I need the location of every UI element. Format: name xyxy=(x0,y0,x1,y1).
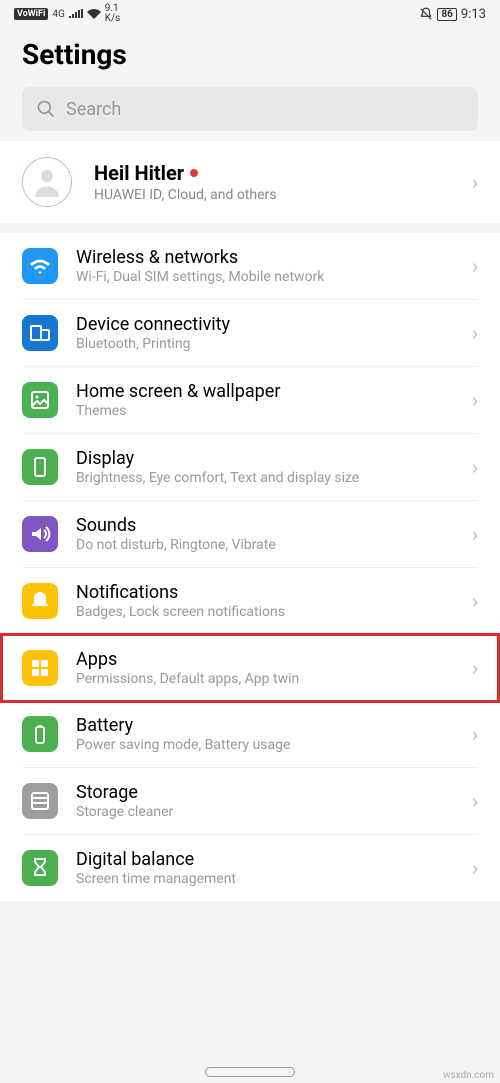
setting-row-hourglass[interactable]: Digital balance Screen time management › xyxy=(22,835,478,901)
search-icon xyxy=(36,99,56,119)
setting-row-image[interactable]: Home screen & wallpaper Themes › xyxy=(22,367,478,434)
clock: 9:13 xyxy=(461,7,486,22)
network-type: 4G xyxy=(52,9,64,20)
setting-row-wifi[interactable]: Wireless & networks Wi-Fi, Dual SIM sett… xyxy=(22,233,478,300)
setting-subtitle: Power saving mode, Battery usage xyxy=(76,737,472,753)
chevron-right-icon: › xyxy=(472,589,478,613)
setting-title: Home screen & wallpaper xyxy=(76,381,472,402)
setting-subtitle: Do not disturb, Ringtone, Vibrate xyxy=(76,537,472,553)
notification-dot-icon xyxy=(190,169,198,177)
status-left: VoWiFi 4G 9.1K/s xyxy=(14,4,120,24)
setting-title: Storage xyxy=(76,782,472,803)
battery-icon xyxy=(22,716,58,752)
setting-subtitle: Storage cleaner xyxy=(76,804,472,820)
setting-row-phone[interactable]: Display Brightness, Eye comfort, Text an… xyxy=(22,434,478,501)
network-speed: 9.1K/s xyxy=(105,4,121,24)
chevron-right-icon: › xyxy=(472,656,478,680)
vowifi-badge: VoWiFi xyxy=(14,8,48,20)
watermark: wsxdn.com xyxy=(443,1070,494,1081)
setting-title: Apps xyxy=(76,649,472,670)
storage-icon xyxy=(22,783,58,819)
setting-subtitle: Permissions, Default apps, App twin xyxy=(76,671,472,687)
home-indicator[interactable] xyxy=(205,1067,295,1077)
bell-icon xyxy=(22,583,58,619)
setting-subtitle: Themes xyxy=(76,403,472,419)
battery-level: 86 xyxy=(437,8,456,21)
search-placeholder: Search xyxy=(66,99,121,120)
chevron-right-icon: › xyxy=(472,789,478,813)
setting-title: Digital balance xyxy=(76,849,472,870)
chevron-right-icon: › xyxy=(472,321,478,345)
setting-row-devices[interactable]: Device connectivity Bluetooth, Printing … xyxy=(22,300,478,367)
apps-icon xyxy=(22,650,58,686)
setting-row-sound[interactable]: Sounds Do not disturb, Ringtone, Vibrate… xyxy=(22,501,478,568)
setting-row-battery[interactable]: Battery Power saving mode, Battery usage… xyxy=(22,701,478,768)
setting-subtitle: Wi-Fi, Dual SIM settings, Mobile network xyxy=(76,269,472,285)
chevron-right-icon: › xyxy=(472,388,478,412)
signal-icon xyxy=(69,9,83,19)
wifi-icon xyxy=(22,248,58,284)
setting-subtitle: Brightness, Eye comfort, Text and displa… xyxy=(76,470,472,486)
setting-row-storage[interactable]: Storage Storage cleaner › xyxy=(22,768,478,835)
sound-icon xyxy=(22,516,58,552)
hourglass-icon xyxy=(22,850,58,886)
phone-icon xyxy=(22,449,58,485)
chevron-right-icon: › xyxy=(472,722,478,746)
setting-subtitle: Bluetooth, Printing xyxy=(76,336,472,352)
profile-row[interactable]: Heil Hitler HUAWEI ID, Cloud, and others… xyxy=(0,141,500,233)
setting-row-apps[interactable]: Apps Permissions, Default apps, App twin… xyxy=(2,635,498,701)
setting-subtitle: Screen time management xyxy=(76,871,472,887)
search-input[interactable]: Search xyxy=(22,87,478,131)
chevron-right-icon: › xyxy=(472,455,478,479)
setting-title: Device connectivity xyxy=(76,314,472,335)
setting-title: Battery xyxy=(76,715,472,736)
chevron-right-icon: › xyxy=(472,170,478,194)
mute-icon xyxy=(419,7,433,21)
avatar xyxy=(22,157,72,207)
page-title: Settings xyxy=(0,28,500,87)
setting-title: Sounds xyxy=(76,515,472,536)
image-icon xyxy=(22,382,58,418)
setting-row-bell[interactable]: Notifications Badges, Lock screen notifi… xyxy=(22,568,478,635)
devices-icon xyxy=(22,315,58,351)
status-right: 86 9:13 xyxy=(419,7,486,22)
profile-subtitle: HUAWEI ID, Cloud, and others xyxy=(94,187,472,203)
chevron-right-icon: › xyxy=(472,856,478,880)
setting-subtitle: Badges, Lock screen notifications xyxy=(76,604,472,620)
chevron-right-icon: › xyxy=(472,522,478,546)
setting-title: Wireless & networks xyxy=(76,247,472,268)
wifi-status-icon xyxy=(87,9,101,19)
setting-title: Display xyxy=(76,448,472,469)
setting-title: Notifications xyxy=(76,582,472,603)
status-bar: VoWiFi 4G 9.1K/s 86 9:13 xyxy=(0,0,500,28)
profile-name: Heil Hitler xyxy=(94,161,472,185)
chevron-right-icon: › xyxy=(472,254,478,278)
